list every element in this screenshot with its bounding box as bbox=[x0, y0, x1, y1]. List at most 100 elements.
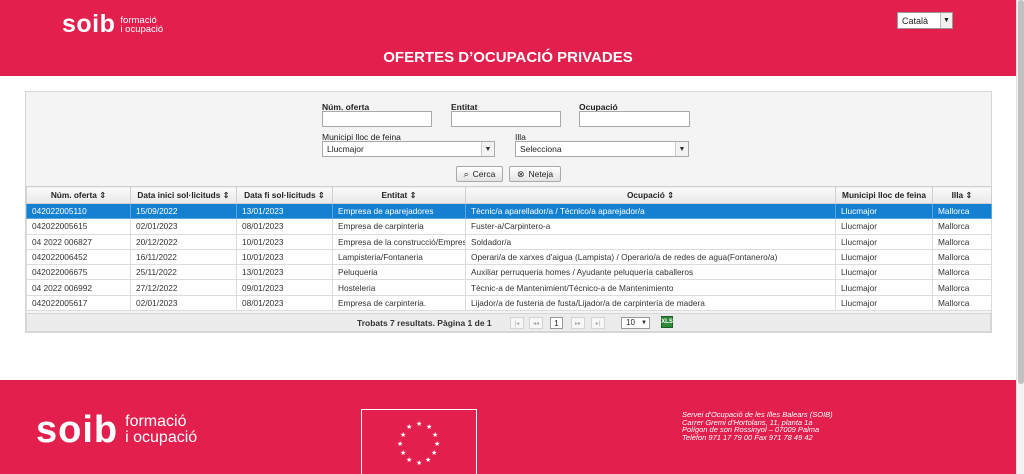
num-oferta-input[interactable] bbox=[322, 111, 432, 127]
last-page-button[interactable]: ▸| bbox=[591, 317, 605, 329]
cell-illa: Mallorca bbox=[932, 279, 992, 296]
clear-button-label: Neteja bbox=[528, 169, 554, 179]
cell-data-fi: 08/01/2023 bbox=[236, 218, 333, 235]
cell-ocupacio: Fuster-a/Carpintero-a bbox=[465, 218, 836, 235]
cell-entitat: Empresa de carpinteria bbox=[332, 218, 466, 235]
cell-num-oferta: 042022005110 bbox=[26, 202, 131, 220]
next-page-button[interactable]: ▸▸ bbox=[571, 317, 585, 329]
cell-ocupacio: Operari/a de xarxes d'aigua (Lampista) /… bbox=[465, 248, 836, 266]
cell-num-oferta: 042022006452 bbox=[26, 248, 131, 266]
column-header-illa[interactable]: Illa ⇕ bbox=[932, 186, 992, 204]
table-row[interactable]: 04 2022 006827 20/12/2022 10/01/2023 Emp… bbox=[26, 233, 992, 250]
footer-logo-word: soib bbox=[36, 409, 119, 451]
cell-municipi: Llucmajor bbox=[835, 294, 933, 312]
cell-num-oferta: 04 2022 006992 bbox=[26, 279, 131, 296]
footer-address-line: Telèfon 971 17 79 00 Fax 971 78 49 42 bbox=[682, 432, 813, 442]
header: soib formació i ocupació Català ▼ OFERTE… bbox=[0, 0, 1016, 76]
column-header-data-fi[interactable]: Data fi sol·licituds ⇕ bbox=[236, 186, 333, 204]
cell-municipi: Llucmajor bbox=[835, 218, 933, 235]
chevron-down-icon: ▼ bbox=[481, 142, 494, 156]
results-summary: Trobats 7 resultats. Pàgina 1 de 1 bbox=[357, 318, 492, 328]
search-button[interactable]: ⌕ Cerca bbox=[456, 166, 503, 182]
search-icon: ⌕ bbox=[463, 168, 469, 179]
cell-entitat: Peluqueria bbox=[332, 264, 466, 281]
vertical-scrollbar[interactable] bbox=[1016, 0, 1024, 474]
column-header-entitat[interactable]: Entitat ⇕ bbox=[332, 186, 466, 204]
scrollbar-thumb[interactable] bbox=[1018, 0, 1024, 384]
cell-data-inici: 15/09/2022 bbox=[130, 202, 237, 220]
column-header-ocupacio[interactable]: Ocupació ⇕ bbox=[465, 186, 836, 204]
cell-ocupacio: Soldador/a bbox=[465, 233, 836, 250]
cell-ocupacio: Tècnic-a de Mantenimient/Técnico-a de Ma… bbox=[465, 279, 836, 296]
footer-soib-logo[interactable]: soib formació i ocupació bbox=[36, 409, 197, 451]
cell-data-fi: 08/01/2023 bbox=[236, 294, 333, 312]
cell-ocupacio: Auxiliar perruqueria homes / Ayudante pe… bbox=[465, 264, 836, 281]
page-size-value: 10 bbox=[626, 318, 635, 327]
first-page-button[interactable]: |◂ bbox=[510, 317, 524, 329]
chevron-down-icon: ▼ bbox=[675, 142, 688, 156]
cell-entitat: Empresa de carpinteria. bbox=[332, 294, 466, 312]
footer-address: Servei d'Ocupació de les Illes Balears (… bbox=[682, 411, 833, 441]
clear-button[interactable]: ⊗ Neteja bbox=[509, 166, 561, 182]
table-row[interactable]: 04 2022 006992 27/12/2022 09/01/2023 Hos… bbox=[26, 279, 992, 296]
cell-data-inici: 20/12/2022 bbox=[130, 233, 237, 250]
footer-logo-subtitle: formació i ocupació bbox=[125, 414, 197, 446]
table-row[interactable]: 042022005615 02/01/2023 08/01/2023 Empre… bbox=[26, 218, 992, 235]
page-title: OFERTES D’OCUPACIÓ PRIVADES bbox=[383, 49, 633, 66]
cell-num-oferta: 042022006675 bbox=[26, 264, 131, 281]
cell-data-inici: 16/11/2022 bbox=[130, 248, 237, 266]
current-page[interactable]: 1 bbox=[550, 317, 563, 329]
table-row[interactable]: 042022006452 16/11/2022 10/01/2023 Lampi… bbox=[26, 248, 992, 266]
footer: soib formació i ocupació ★ ★ ★ ★ ★ ★ ★ ★… bbox=[0, 380, 1016, 474]
pager: Trobats 7 resultats. Pàgina 1 de 1 |◂ ◂◂… bbox=[26, 313, 991, 332]
cell-ocupacio: Lijador/a de fusteria de fusta/Lijador/a… bbox=[465, 294, 836, 312]
cell-municipi: Llucmajor bbox=[835, 264, 933, 281]
table-row[interactable]: 042022005110 15/09/2022 13/01/2023 Empre… bbox=[26, 202, 992, 220]
cell-municipi: Llucmajor bbox=[835, 202, 933, 220]
footer-logo-line-1: formació bbox=[125, 413, 187, 430]
soib-logo[interactable]: soib formació i ocupació bbox=[62, 12, 164, 37]
cell-data-fi: 09/01/2023 bbox=[236, 279, 333, 296]
cell-num-oferta: 042022005617 bbox=[26, 294, 131, 312]
illa-value: Selecciona bbox=[520, 144, 562, 154]
excel-icon[interactable]: XLS bbox=[661, 316, 673, 328]
cell-illa: Mallorca bbox=[932, 202, 992, 220]
cell-ocupacio: Tècnic/a aparellador/a / Técnico/a apare… bbox=[465, 202, 836, 220]
cell-data-inici: 27/12/2022 bbox=[130, 279, 237, 296]
table-row[interactable]: 042022006675 25/11/2022 13/01/2023 Peluq… bbox=[26, 264, 992, 281]
municipi-select[interactable]: Llucmajor ▼ bbox=[322, 141, 495, 157]
cell-municipi: Llucmajor bbox=[835, 233, 933, 250]
cell-municipi: Llucmajor bbox=[835, 248, 933, 266]
cell-data-fi: 10/01/2023 bbox=[236, 233, 333, 250]
page-size-select[interactable]: 10 ▼ bbox=[621, 317, 650, 329]
column-header-num-oferta[interactable]: Núm. oferta ⇕ bbox=[26, 186, 131, 204]
search-button-label: Cerca bbox=[472, 169, 496, 179]
illa-select[interactable]: Selecciona ▼ bbox=[515, 141, 689, 157]
cell-illa: Mallorca bbox=[932, 233, 992, 250]
logo-subtitle: formació i ocupació bbox=[120, 16, 164, 35]
table-header-row: Núm. oferta ⇕ Data inici sol·licituds ⇕ … bbox=[26, 186, 992, 204]
cell-entitat: Lampisteria/Fontaneria bbox=[332, 248, 466, 266]
logo-line-2: i ocupació bbox=[120, 24, 164, 35]
cell-illa: Mallorca bbox=[932, 294, 992, 312]
cell-num-oferta: 04 2022 006827 bbox=[26, 233, 131, 250]
column-header-municipi[interactable]: Municipi lloc de feina bbox=[835, 186, 933, 204]
language-value: Català bbox=[902, 15, 929, 26]
cell-data-inici: 02/01/2023 bbox=[130, 218, 237, 235]
cell-municipi: Llucmajor bbox=[835, 279, 933, 296]
cell-entitat: Hosteleria bbox=[332, 279, 466, 296]
cell-data-inici: 25/11/2022 bbox=[130, 264, 237, 281]
prev-page-button[interactable]: ◂◂ bbox=[529, 317, 543, 329]
cell-num-oferta: 042022005615 bbox=[26, 218, 131, 235]
cell-data-fi: 10/01/2023 bbox=[236, 248, 333, 266]
municipi-value: Llucmajor bbox=[327, 144, 364, 154]
column-header-data-inici[interactable]: Data inici sol·licituds ⇕ bbox=[130, 186, 237, 204]
language-select[interactable]: Català ▼ bbox=[897, 12, 953, 29]
table-row[interactable]: 042022005617 02/01/2023 08/01/2023 Empre… bbox=[26, 294, 992, 312]
cell-entitat: Empresa de la construcció/Empresa bbox=[332, 233, 466, 250]
cell-data-fi: 13/01/2023 bbox=[236, 202, 333, 220]
ocupacio-input[interactable] bbox=[579, 111, 690, 127]
entitat-input[interactable] bbox=[451, 111, 561, 127]
page: soib formació i ocupació Català ▼ OFERTE… bbox=[0, 0, 1024, 474]
chevron-down-icon: ▼ bbox=[641, 320, 647, 326]
